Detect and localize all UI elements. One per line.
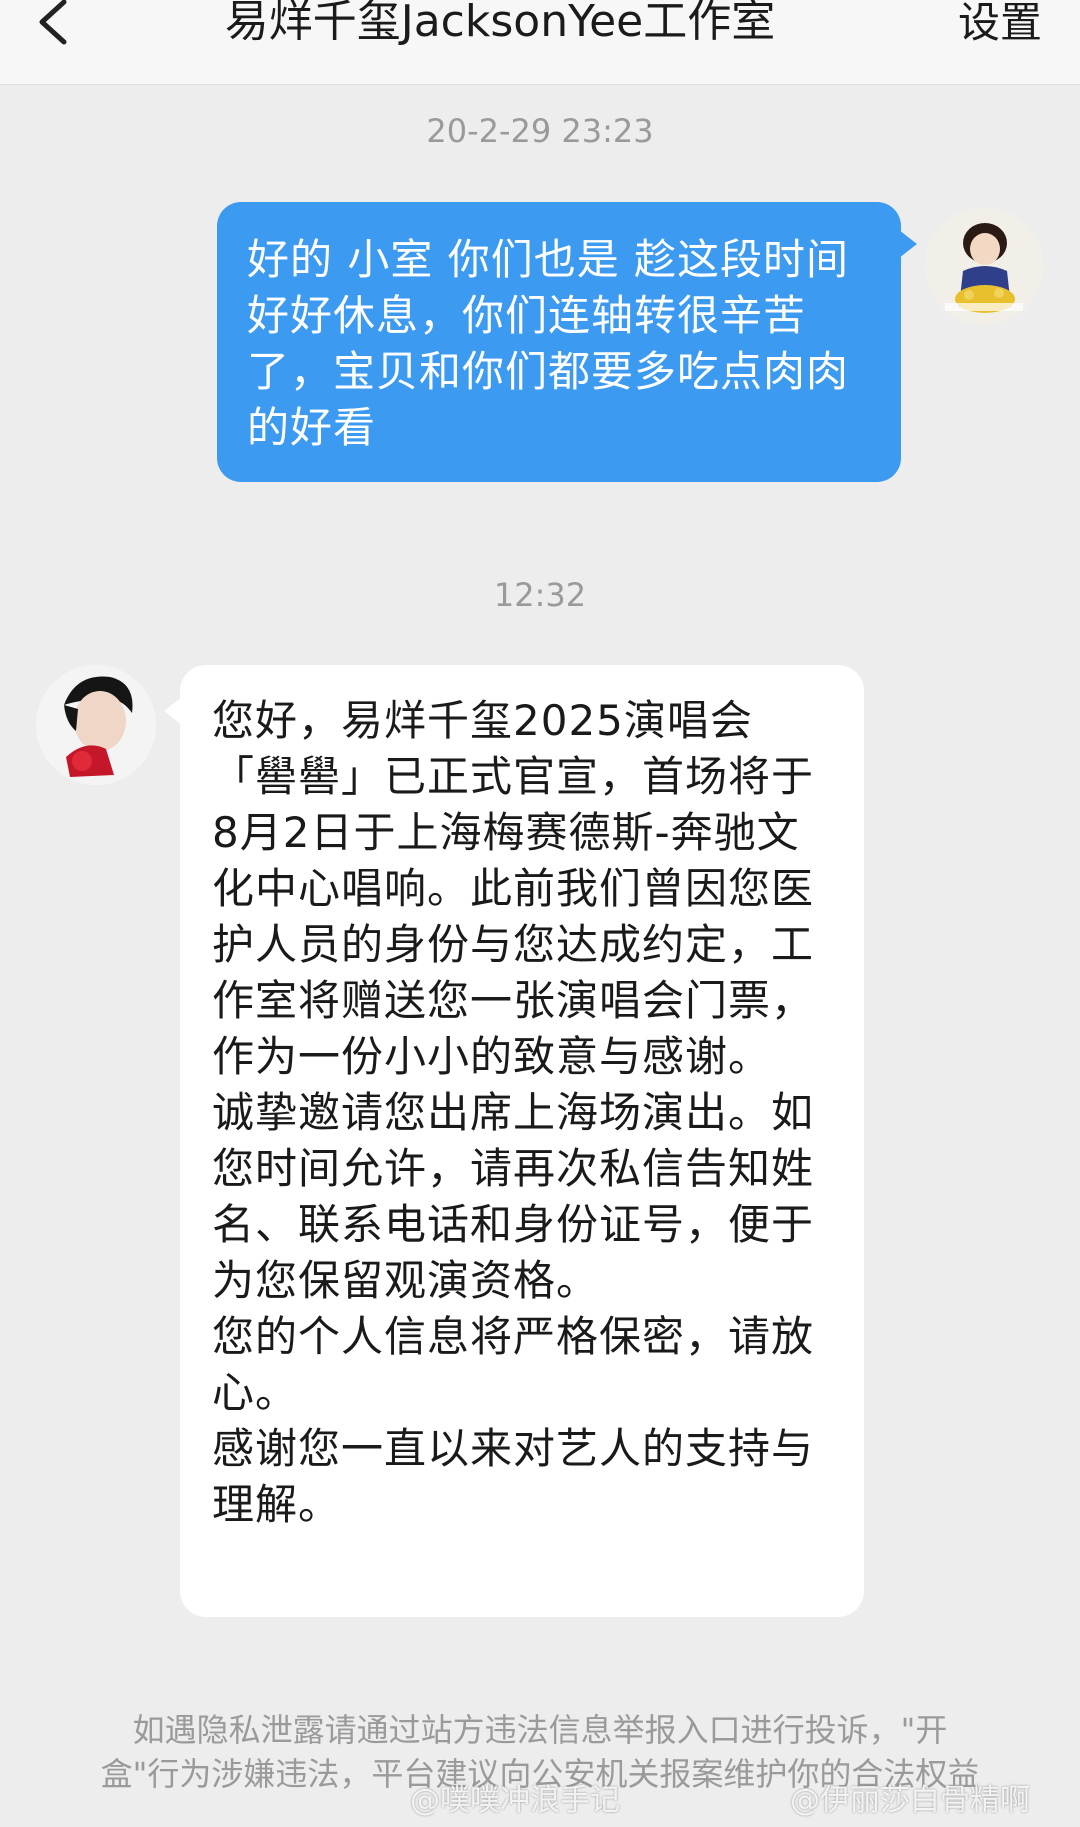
incoming-message-bubble[interactable]: 您好，易烊千玺2025演唱会「嚳嚳」已正式官宣，首场将于8月2日于上海梅赛德斯-…: [164, 665, 864, 1617]
chat-title: 易烊千玺JacksonYee工作室: [224, 0, 776, 47]
back-button[interactable]: [30, 0, 90, 60]
studio-avatar[interactable]: [36, 665, 156, 785]
avatar-image: [36, 665, 156, 785]
avatar-image: [925, 207, 1043, 325]
user-avatar[interactable]: [925, 207, 1043, 325]
top-nav-bar: 易烊千玺JacksonYee工作室 设置: [0, 0, 1080, 85]
settings-button[interactable]: 设置: [958, 0, 1042, 50]
outgoing-message-bubble[interactable]: 好的 小室 你们也是 趁这段时间好好休息，你们连轴转很辛苦了，宝贝和你们都要多吃…: [217, 202, 917, 482]
chevron-left-icon: [39, 0, 67, 45]
watermark: @噗噗冲浪手记: [410, 1783, 620, 1818]
message-timestamp: 12:32: [493, 576, 587, 614]
watermark: @伊丽莎白骨精啊: [790, 1783, 1030, 1818]
message-timestamp: 20-2-29 23:23: [426, 112, 654, 150]
